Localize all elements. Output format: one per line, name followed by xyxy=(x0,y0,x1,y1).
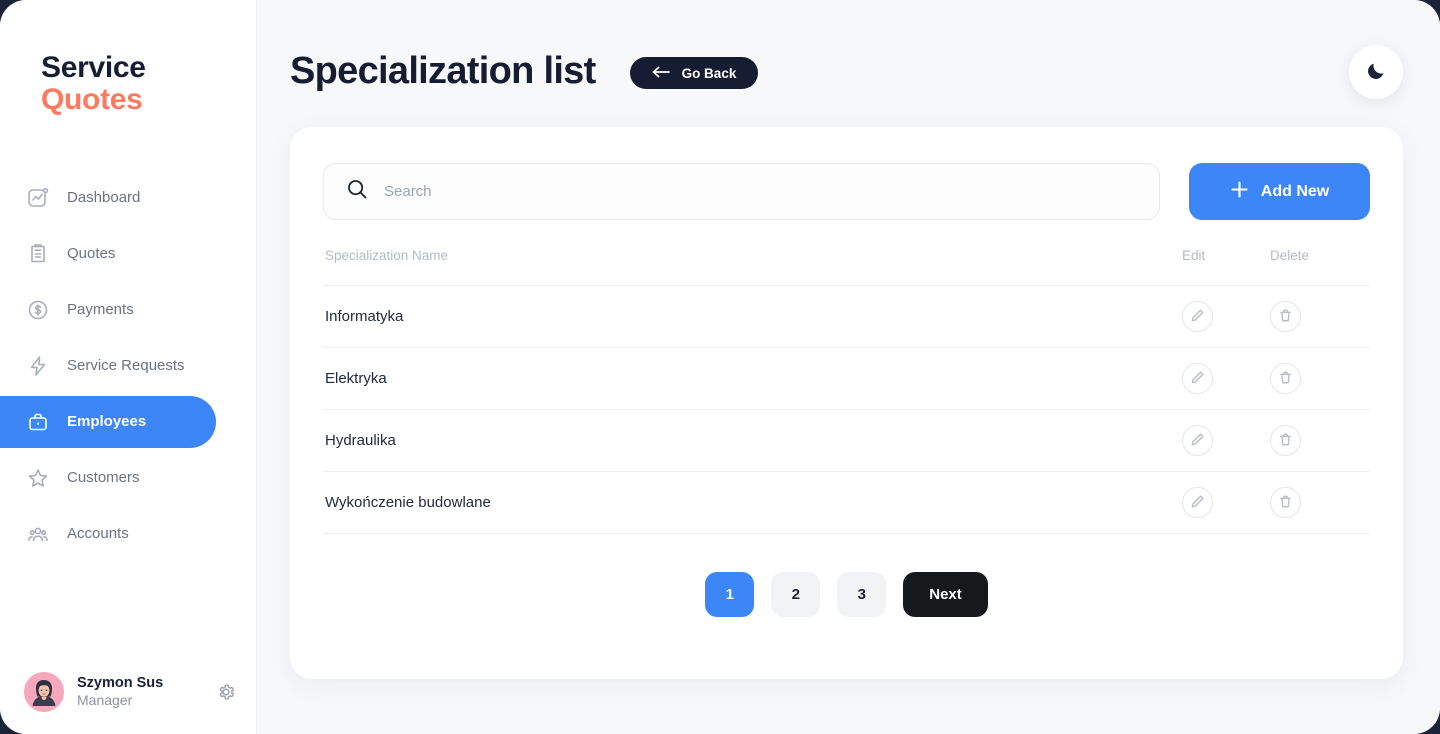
sidebar-item-label: Service Requests xyxy=(67,357,185,375)
clipboard-icon xyxy=(26,242,50,266)
specialization-card: Add New Specialization Name Edit Delete … xyxy=(290,127,1403,679)
delete-row-button[interactable] xyxy=(1270,425,1301,456)
card-toolbar: Add New xyxy=(323,163,1370,220)
pencil-icon xyxy=(1190,370,1205,388)
table-body: Informatyka Elektryka Hydraulika Wykończ… xyxy=(323,285,1370,534)
sidebar: Service Quotes Dashboard Quotes Payments… xyxy=(0,0,257,734)
add-new-button[interactable]: Add New xyxy=(1189,163,1370,220)
sidebar-item-accounts[interactable]: Accounts xyxy=(0,508,216,560)
pagination-page-3[interactable]: 3 xyxy=(837,572,887,617)
pencil-icon xyxy=(1190,308,1205,326)
cell-delete xyxy=(1270,347,1370,410)
specialization-table: Specialization Name Edit Delete Informat… xyxy=(323,248,1370,534)
trash-icon xyxy=(1278,494,1293,512)
column-header-edit: Edit xyxy=(1182,248,1270,286)
main-content: Specialization list Go Back Search Add N… xyxy=(257,0,1440,734)
pencil-icon xyxy=(1190,494,1205,512)
delete-row-button[interactable] xyxy=(1270,487,1301,518)
sidebar-item-label: Dashboard xyxy=(67,189,141,207)
arrow-left-icon xyxy=(652,66,670,81)
user-name: Szymon Sus xyxy=(77,675,164,692)
cell-specialization-name: Informatyka xyxy=(323,285,1182,348)
user-profile[interactable]: Szymon Sus Manager xyxy=(0,672,257,712)
table-header-row: Specialization Name Edit Delete xyxy=(323,248,1370,286)
search-icon xyxy=(346,178,368,205)
go-back-button[interactable]: Go Back xyxy=(629,57,759,89)
sidebar-item-label: Customers xyxy=(67,469,140,487)
sidebar-nav: Dashboard Quotes Payments Service Reques… xyxy=(0,172,256,560)
page-title: Specialization list xyxy=(290,50,596,92)
table-row: Hydraulika xyxy=(323,409,1370,472)
lightning-bolt-icon xyxy=(26,354,50,378)
app-window: Service Quotes Dashboard Quotes Payments… xyxy=(0,0,1440,734)
sidebar-item-service-requests[interactable]: Service Requests xyxy=(0,340,216,392)
sidebar-item-dashboard[interactable]: Dashboard xyxy=(0,172,216,224)
edit-row-button[interactable] xyxy=(1182,487,1213,518)
page-header: Specialization list Go Back xyxy=(290,0,1403,99)
trash-icon xyxy=(1278,308,1293,326)
star-icon xyxy=(26,466,50,490)
cell-edit xyxy=(1182,471,1270,534)
table-head: Specialization Name Edit Delete xyxy=(323,248,1370,286)
sidebar-item-label: Accounts xyxy=(67,525,129,543)
users-group-icon xyxy=(26,522,50,546)
cell-delete xyxy=(1270,409,1370,472)
sidebar-item-employees[interactable]: Employees xyxy=(0,395,216,448)
add-new-label: Add New xyxy=(1260,182,1330,200)
cell-delete xyxy=(1270,471,1370,534)
column-header-delete: Delete xyxy=(1270,248,1370,286)
sidebar-item-label: Employees xyxy=(67,413,147,431)
brand-logo-line1: Service xyxy=(41,51,146,84)
edit-row-button[interactable] xyxy=(1182,363,1213,394)
cell-edit xyxy=(1182,409,1270,472)
user-role: Manager xyxy=(77,692,133,709)
brand-logo-line2: Quotes xyxy=(41,83,143,117)
cell-edit xyxy=(1182,347,1270,410)
dashboard-chart-icon xyxy=(26,186,50,210)
cell-specialization-name: Wykończenie budowlane xyxy=(323,471,1182,534)
column-header-name: Specialization Name xyxy=(323,248,1182,286)
search-field[interactable] xyxy=(323,163,1160,220)
edit-row-button[interactable] xyxy=(1182,425,1213,456)
sidebar-item-payments[interactable]: Payments xyxy=(0,284,216,336)
plus-icon xyxy=(1230,180,1249,204)
trash-icon xyxy=(1278,432,1293,450)
trash-icon xyxy=(1278,370,1293,388)
theme-toggle-button[interactable] xyxy=(1349,45,1403,99)
delete-row-button[interactable] xyxy=(1270,301,1301,332)
sidebar-item-label: Payments xyxy=(67,301,134,319)
avatar xyxy=(24,672,64,712)
cell-specialization-name: Hydraulika xyxy=(323,409,1182,472)
pencil-icon xyxy=(1190,432,1205,450)
cell-delete xyxy=(1270,285,1370,348)
briefcase-icon xyxy=(26,410,50,434)
pagination: 1 2 3 Next xyxy=(323,572,1370,617)
pagination-page-2[interactable]: 2 xyxy=(771,572,821,617)
dollar-circle-icon xyxy=(26,298,50,322)
table-row: Elektryka xyxy=(323,347,1370,410)
pagination-next-button[interactable]: Next xyxy=(903,572,988,617)
edit-row-button[interactable] xyxy=(1182,301,1213,332)
go-back-label: Go Back xyxy=(681,65,737,81)
user-meta: Szymon Sus Manager xyxy=(77,674,202,710)
table-row: Wykończenie budowlane xyxy=(323,471,1370,534)
cell-specialization-name: Elektryka xyxy=(323,347,1182,410)
moon-icon xyxy=(1365,60,1387,85)
brand-logo: Service Quotes xyxy=(0,0,256,117)
table-row: Informatyka xyxy=(323,285,1370,348)
search-input[interactable] xyxy=(384,183,1137,200)
sidebar-item-label: Quotes xyxy=(67,245,116,263)
delete-row-button[interactable] xyxy=(1270,363,1301,394)
pagination-page-1[interactable]: 1 xyxy=(705,572,755,617)
sidebar-item-customers[interactable]: Customers xyxy=(0,452,216,504)
cell-edit xyxy=(1182,285,1270,348)
gear-icon[interactable] xyxy=(215,681,237,703)
sidebar-item-quotes[interactable]: Quotes xyxy=(0,228,216,280)
